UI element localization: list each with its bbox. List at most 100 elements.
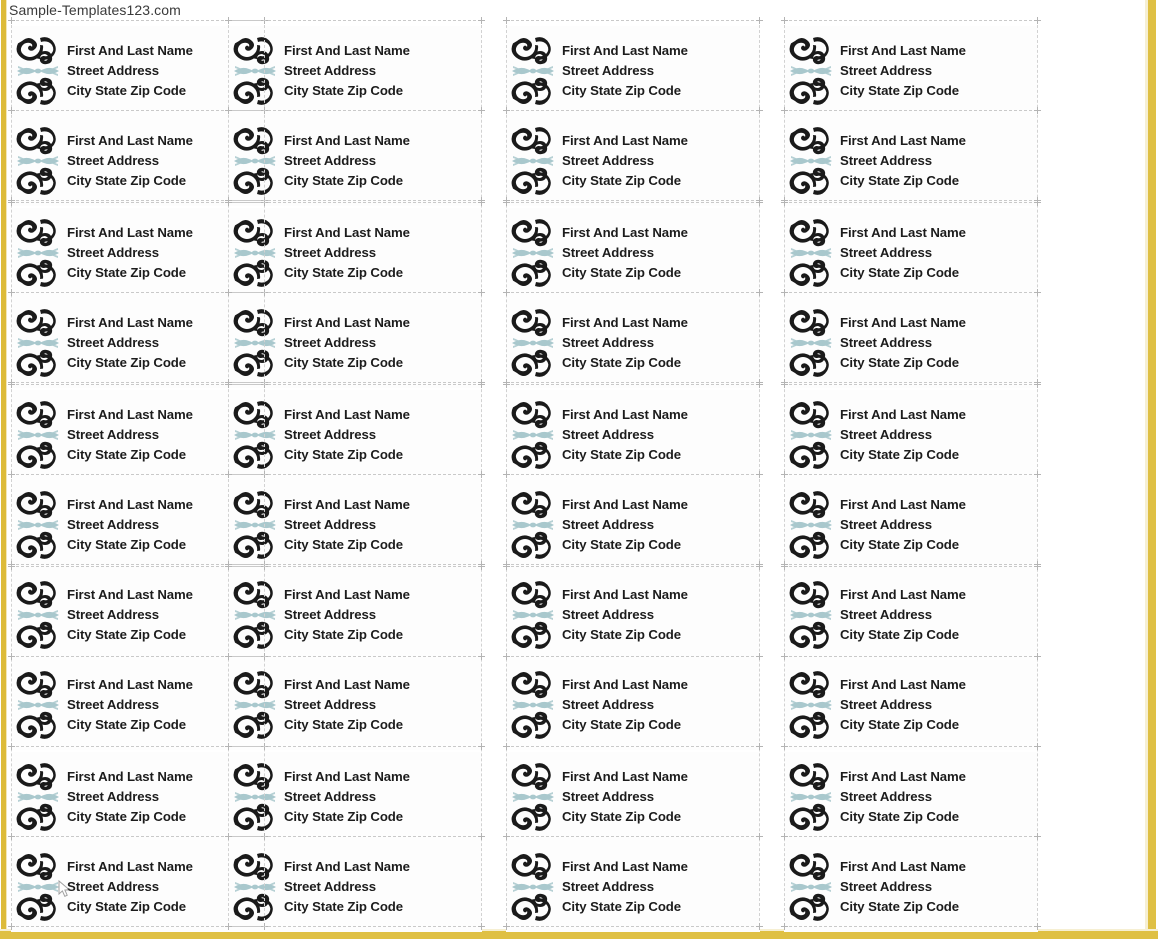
label-guide-line (784, 202, 1037, 203)
address-label[interactable]: First And Last Name Street Address City St… (506, 842, 760, 932)
label-guide-line (784, 382, 1037, 383)
address-text-block: First And Last Name Street Address City St… (562, 223, 760, 283)
address-label[interactable]: First And Last Name Street Address City St… (784, 390, 1038, 480)
address-line-3: City State Zip Code (840, 537, 959, 553)
address-label[interactable]: First And Last Name Street Address City St… (228, 842, 482, 932)
flourish-ornament-svg (233, 763, 276, 831)
address-line-3: City State Zip Code (562, 717, 681, 733)
crop-tick-mark (784, 923, 785, 930)
address-label[interactable]: First And Last Name Street Address City St… (506, 208, 760, 298)
address-label[interactable]: First And Last Name Street Address City St… (11, 298, 265, 388)
flourish-ornament-svg (16, 219, 59, 287)
crop-tick-mark (1037, 471, 1038, 478)
address-label[interactable]: First And Last Name Street Address City St… (11, 570, 265, 660)
label-guide-line (228, 202, 481, 203)
address-label[interactable]: First And Last Name Street Address City St… (784, 480, 1038, 570)
address-label[interactable]: First And Last Name Street Address City St… (506, 570, 760, 660)
address-line-2: Street Address (284, 696, 376, 712)
label-guide-line (228, 564, 481, 565)
label-column: First And Last Name Street Address City St… (228, 18, 482, 933)
address-line-1: First And Last Name (284, 406, 410, 422)
address-label[interactable]: First And Last Name Street Address City St… (506, 298, 760, 388)
address-line-2: Street Address (840, 244, 932, 260)
flourish-ornament-svg (789, 671, 832, 739)
crop-tick-mark (506, 379, 507, 386)
flourish-ornament-svg (233, 581, 276, 649)
address-text-block: First And Last Name Street Address City St… (840, 405, 1038, 465)
flourish-ornament-svg (789, 309, 832, 377)
address-label[interactable]: First And Last Name Street Address City St… (11, 390, 265, 480)
address-label[interactable]: First And Last Name Street Address City St… (11, 26, 265, 116)
address-label[interactable]: First And Last Name Street Address City St… (784, 298, 1038, 388)
address-label[interactable]: First And Last Name Street Address City St… (11, 842, 265, 932)
label-guide-line (506, 474, 759, 475)
address-label[interactable]: First And Last Name Street Address City St… (784, 116, 1038, 206)
label-guide-line (784, 926, 1037, 927)
address-label[interactable]: First And Last Name Street Address City St… (228, 208, 482, 298)
crop-tick-mark (1037, 561, 1038, 568)
address-line-2: Street Address (562, 62, 654, 78)
flourish-ornament-svg (16, 127, 59, 195)
label-guide-line (784, 20, 1037, 21)
address-label[interactable]: First And Last Name Street Address City St… (228, 480, 482, 570)
label-guide-line (506, 926, 759, 927)
address-text-block: First And Last Name Street Address City St… (284, 405, 482, 465)
crop-tick-mark (1037, 17, 1038, 24)
address-label[interactable]: First And Last Name Street Address City St… (11, 752, 265, 842)
flourish-ornament (232, 577, 278, 653)
address-label[interactable]: First And Last Name Street Address City St… (506, 390, 760, 480)
crop-tick-mark (228, 289, 229, 296)
address-label[interactable]: First And Last Name Street Address City St… (11, 116, 265, 206)
flourish-ornament (510, 397, 556, 473)
address-line-1: First And Last Name (284, 586, 410, 602)
address-label[interactable]: First And Last Name Street Address City St… (506, 26, 760, 116)
address-label[interactable]: First And Last Name Street Address City St… (11, 660, 265, 750)
label-sheet: First And Last Name Street Address City St… (7, 17, 1145, 933)
address-text-block: First And Last Name Street Address City St… (284, 223, 482, 283)
address-label[interactable]: First And Last Name Street Address City St… (11, 208, 265, 298)
address-label[interactable]: First And Last Name Street Address City St… (506, 116, 760, 206)
crop-tick-mark (481, 561, 482, 568)
address-label[interactable]: First And Last Name Street Address City St… (228, 660, 482, 750)
flourish-ornament-svg (16, 37, 59, 105)
address-label[interactable]: First And Last Name Street Address City St… (506, 752, 760, 842)
flourish-ornament-svg (16, 401, 59, 469)
flourish-ornament-svg (511, 581, 554, 649)
address-label[interactable]: First And Last Name Street Address City St… (784, 208, 1038, 298)
flourish-ornament-svg (233, 309, 276, 377)
address-label[interactable]: First And Last Name Street Address City St… (784, 752, 1038, 842)
address-line-2: Street Address (840, 696, 932, 712)
address-label[interactable]: First And Last Name Street Address City St… (784, 660, 1038, 750)
address-label[interactable]: First And Last Name Street Address City St… (506, 660, 760, 750)
address-line-2: Street Address (562, 244, 654, 260)
flourish-ornament-svg (789, 763, 832, 831)
flourish-ornament-svg (789, 491, 832, 559)
address-label[interactable]: First And Last Name Street Address City St… (784, 570, 1038, 660)
address-line-2: Street Address (562, 606, 654, 622)
crop-tick-mark (784, 833, 785, 840)
flourish-ornament (232, 215, 278, 291)
address-line-3: City State Zip Code (840, 265, 959, 281)
crop-tick-mark (784, 743, 785, 750)
address-line-3: City State Zip Code (284, 355, 403, 371)
crop-tick-mark (506, 289, 507, 296)
flourish-ornament (510, 123, 556, 199)
address-line-3: City State Zip Code (562, 447, 681, 463)
address-label[interactable]: First And Last Name Street Address City St… (228, 298, 482, 388)
address-label[interactable]: First And Last Name Street Address City St… (228, 570, 482, 660)
address-label[interactable]: First And Last Name Street Address City St… (784, 842, 1038, 932)
address-label[interactable]: First And Last Name Street Address City St… (506, 480, 760, 570)
flourish-ornament (15, 215, 61, 291)
address-label[interactable]: First And Last Name Street Address City St… (11, 480, 265, 570)
crop-tick-mark (11, 471, 12, 478)
address-label[interactable]: First And Last Name Street Address City St… (228, 116, 482, 206)
address-label[interactable]: First And Last Name Street Address City St… (784, 26, 1038, 116)
address-line-1: First And Last Name (562, 314, 688, 330)
flourish-ornament-svg (511, 671, 554, 739)
address-text-block: First And Last Name Street Address City St… (562, 857, 760, 917)
address-label[interactable]: First And Last Name Street Address City St… (228, 26, 482, 116)
address-line-2: Street Address (562, 696, 654, 712)
address-label[interactable]: First And Last Name Street Address City St… (228, 390, 482, 480)
address-label[interactable]: First And Last Name Street Address City St… (228, 752, 482, 842)
crop-tick-mark (506, 833, 507, 840)
